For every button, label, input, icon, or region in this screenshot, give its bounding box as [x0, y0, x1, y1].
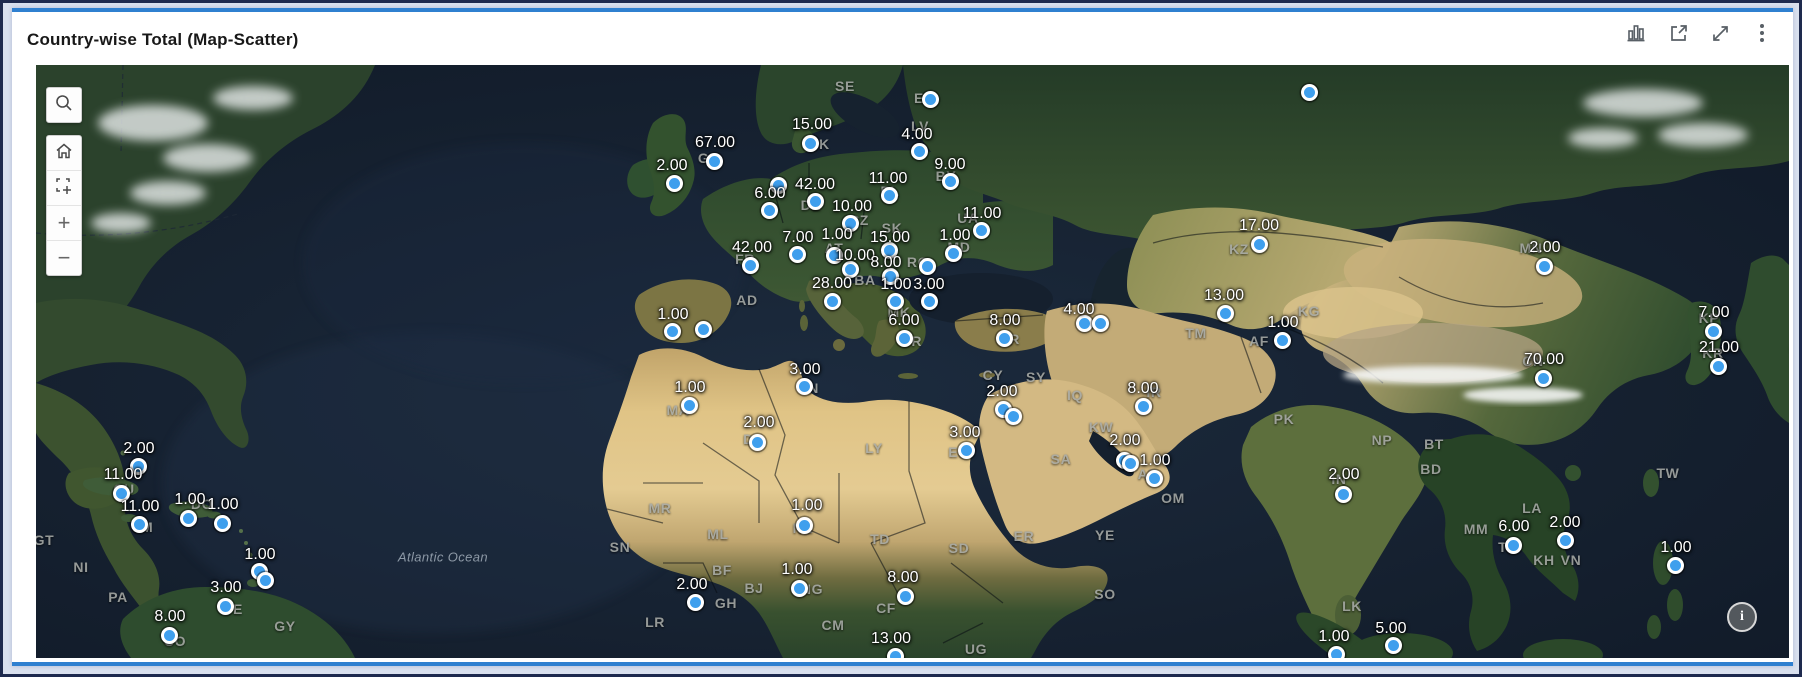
- map-marker-pt[interactable]: [664, 323, 681, 340]
- map-info-button[interactable]: i: [1727, 602, 1757, 632]
- map-marker-it[interactable]: [824, 293, 841, 310]
- map-marker-eg[interactable]: [958, 442, 975, 459]
- map-marker-ci[interactable]: [687, 594, 704, 611]
- map-marker-ro[interactable]: [919, 258, 936, 275]
- map-marker-ir[interactable]: [1135, 398, 1152, 415]
- map-marker-th[interactable]: [1505, 537, 1522, 554]
- world-map[interactable]: SEEELVPLGBDKDECZSKATFRADBAROMKGRTRCYSYIQ…: [36, 65, 1789, 658]
- map-marker-ge[interactable]: [1076, 315, 1093, 332]
- expand-icon[interactable]: [1707, 20, 1733, 46]
- map-marker-sg[interactable]: [1328, 646, 1345, 659]
- map-marker-lt[interactable]: [911, 143, 928, 160]
- map-marker-es[interactable]: [695, 321, 712, 338]
- map-marker-ph[interactable]: [1667, 557, 1684, 574]
- minus-icon: −: [58, 245, 71, 271]
- map-marker-ae[interactable]: [1146, 470, 1163, 487]
- map-marker-tt[interactable]: [257, 572, 274, 589]
- map-marker-ne[interactable]: [796, 517, 813, 534]
- map-marker-ie[interactable]: [666, 175, 683, 192]
- map-search-control: [46, 87, 82, 123]
- map-marker-md[interactable]: [945, 245, 962, 262]
- map-marker-pl[interactable]: [881, 187, 898, 204]
- map-marker-bs[interactable]: [130, 458, 147, 475]
- app-window: Country-wise Total (Map-Scatter): [0, 0, 1802, 677]
- info-icon: i: [1740, 609, 1744, 625]
- map-marker-ng[interactable]: [791, 580, 808, 597]
- map-marker-uz[interactable]: [1217, 305, 1234, 322]
- search-icon: [54, 93, 74, 118]
- map-marker-jo[interactable]: [1005, 408, 1022, 425]
- home-button[interactable]: [47, 136, 81, 171]
- map-marker-pr[interactable]: [214, 515, 231, 532]
- map-marker-jm[interactable]: [131, 516, 148, 533]
- widget-card: Country-wise Total (Map-Scatter): [12, 8, 1793, 666]
- map-marker-in[interactable]: [1335, 486, 1352, 503]
- map-marker-mn[interactable]: [1536, 258, 1553, 275]
- map-marker-az[interactable]: [1092, 315, 1109, 332]
- map-marker-gb[interactable]: [706, 153, 723, 170]
- map-marker-fr[interactable]: [742, 257, 759, 274]
- zoom-out-button[interactable]: −: [47, 241, 81, 275]
- map-marker-cz[interactable]: [842, 215, 859, 232]
- map-marker-rs[interactable]: [882, 268, 899, 285]
- map-marker-co[interactable]: [161, 627, 178, 644]
- map-marker-ke[interactable]: [887, 648, 904, 659]
- map-marker-tr[interactable]: [996, 330, 1013, 347]
- map-marker-gr[interactable]: [896, 330, 913, 347]
- open-in-new-icon[interactable]: [1665, 20, 1691, 46]
- map-marker-hr[interactable]: [842, 261, 859, 278]
- map-marker-kp[interactable]: [1705, 323, 1722, 340]
- map-marker-do[interactable]: [180, 510, 197, 527]
- card-bottom-accent: [12, 662, 1793, 666]
- map-marker-nl[interactable]: [770, 177, 787, 194]
- map-marker-ua[interactable]: [973, 222, 990, 239]
- chart-type-icon[interactable]: [1623, 20, 1649, 46]
- widget-header: Country-wise Total (Map-Scatter): [12, 12, 1793, 62]
- map-marker-ru[interactable]: [1301, 84, 1318, 101]
- kebab-menu-icon[interactable]: [1749, 20, 1775, 46]
- plus-icon: +: [58, 210, 71, 236]
- map-marker-vn[interactable]: [1557, 532, 1574, 549]
- map-marker-bg[interactable]: [921, 293, 938, 310]
- widget-toolbar: [1623, 20, 1775, 46]
- map-marker-at[interactable]: [826, 247, 843, 264]
- map-marker-hu[interactable]: [881, 242, 898, 259]
- map-marker-kz[interactable]: [1251, 236, 1268, 253]
- zoom-in-button[interactable]: +: [47, 206, 81, 241]
- map-marker-et[interactable]: [897, 588, 914, 605]
- map-marker-by[interactable]: [942, 173, 959, 190]
- map-marker-qa[interactable]: [1122, 455, 1139, 472]
- map-nav-controls: + −: [46, 135, 82, 276]
- map-marker-dz[interactable]: [749, 434, 766, 451]
- map-marker-de[interactable]: [807, 193, 824, 210]
- map-marker-cn[interactable]: [1535, 370, 1552, 387]
- map-marker-dk[interactable]: [802, 135, 819, 152]
- map-marker-tn[interactable]: [796, 378, 813, 395]
- map-marker-kr[interactable]: [1710, 358, 1727, 375]
- widget-title: Country-wise Total (Map-Scatter): [27, 30, 299, 50]
- map-marker-my[interactable]: [1385, 637, 1402, 654]
- box-zoom-button[interactable]: [47, 171, 81, 206]
- box-zoom-icon: [54, 176, 74, 201]
- map-marker-ve[interactable]: [217, 598, 234, 615]
- map-marker-tj[interactable]: [1274, 332, 1291, 349]
- map-marker-be[interactable]: [761, 202, 778, 219]
- map-marker-ma[interactable]: [681, 397, 698, 414]
- map-marker-cu[interactable]: [113, 485, 130, 502]
- map-marker-ch[interactable]: [789, 246, 806, 263]
- map-marker-mk[interactable]: [887, 293, 904, 310]
- search-button[interactable]: [47, 88, 81, 122]
- home-icon: [54, 141, 74, 166]
- map-marker-ee[interactable]: [922, 91, 939, 108]
